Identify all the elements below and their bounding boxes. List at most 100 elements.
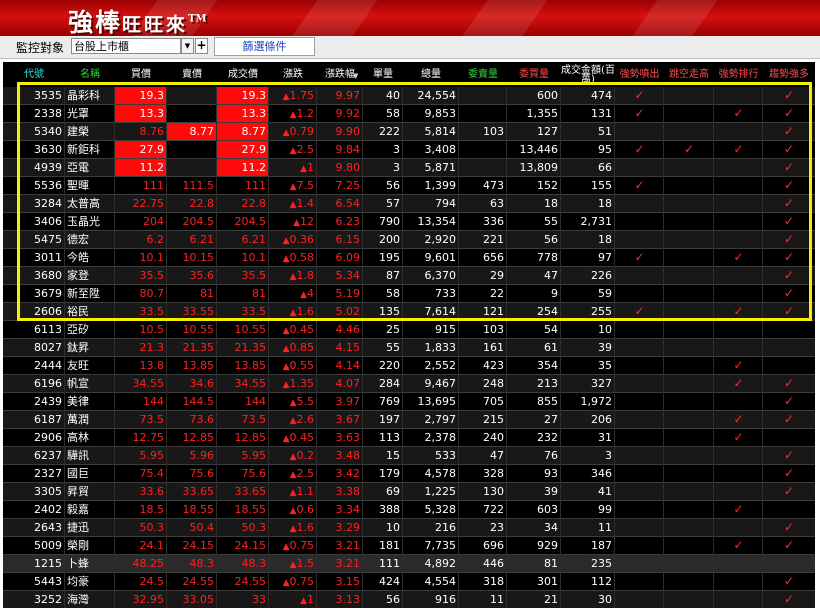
signal-cell [664, 231, 714, 248]
table-row[interactable]: 3406 玉晶光 204 204.5 204.5 ▲12 6.23 790 13,354 336 5… [3, 213, 815, 231]
cell-change: ▲0.85 [269, 339, 317, 356]
column-header-f3[interactable]: 強勢排行 [714, 62, 763, 87]
cell-code: 4939 [34, 161, 62, 174]
change-value: 0.45 [289, 323, 315, 336]
cell-total: 2,552 [424, 359, 457, 372]
cell-bid-qty: 61 [544, 341, 558, 354]
table-row[interactable]: 2402 毅嘉 18.5 18.55 18.55 ▲0.6 3.34 388 5,328 722 6… [3, 501, 815, 519]
up-arrow-icon: ▲ [300, 164, 307, 174]
column-header-bid-qty[interactable]: 委買量 [507, 62, 561, 87]
table-row[interactable]: 5009 榮剛 24.1 24.15 24.15 ▲0.75 3.21 181 7,735 696… [3, 537, 815, 555]
cell-ask-qty: 47 [490, 449, 504, 462]
cell-last: 22.8 [241, 197, 267, 210]
table-row[interactable]: 5443 均豪 24.5 24.55 24.55 ▲0.75 3.15 424 4,554 318… [3, 573, 815, 591]
signal-cell [615, 573, 664, 590]
filter-conditions-button[interactable]: 篩選條件 [214, 37, 315, 56]
cell-name: 今皓 [67, 251, 89, 264]
sort-descending-icon[interactable]: ▼ [353, 72, 358, 80]
table-row[interactable]: 2643 捷迅 50.3 50.4 50.3 ▲1.6 3.29 10 216 23 34 11 ✓ [3, 519, 815, 537]
table-row[interactable]: 6187 萬潤 73.5 73.6 73.5 ▲2.6 3.67 197 2,797 215 27 2… [3, 411, 815, 429]
column-header-change[interactable]: 漲跌 [269, 62, 317, 87]
table-row[interactable]: 6237 驊訊 5.95 5.96 5.95 ▲0.2 3.48 15 533 47 76 3 ✓ [3, 447, 815, 465]
cell-change: ▲1.5 [269, 555, 317, 572]
table-row[interactable]: 2444 友旺 13.8 13.85 13.85 ▲0.55 4.14 220 2,552 423… [3, 357, 815, 375]
up-arrow-icon: ▲ [289, 560, 297, 570]
cell-amount: 327 [591, 377, 612, 390]
table-row[interactable]: 5340 建榮 8.76 8.77 8.77 ▲0.79 9.90 222 5,814 103 12… [3, 123, 815, 141]
table-row[interactable]: 2606 裕民 33.5 33.55 33.5 ▲1.6 5.02 135 7,614 121 25… [3, 303, 815, 321]
column-header-f4[interactable]: 趨勢強多 [763, 62, 815, 87]
cell-ask: 24.55 [182, 575, 215, 588]
column-header-total[interactable]: 總量 [403, 62, 459, 87]
cell-vol: 135 [379, 305, 400, 318]
table-row[interactable]: 1215 卜蜂 48.25 48.3 48.3 ▲1.5 3.21 111 4,892 446 81… [3, 555, 815, 573]
table-row[interactable]: 4939 亞電 11.2 11.2 ▲1 9.80 3 5,871 13,809 66 ✓ [3, 159, 815, 177]
signal-cell: ✓ [714, 429, 763, 446]
cell-total: 9,467 [424, 377, 457, 390]
column-header-bid[interactable]: 買價 [115, 62, 167, 87]
change-value: 2.5 [296, 467, 315, 480]
cell-bid-qty: 152 [537, 179, 558, 192]
cell-change: ▲0.45 [269, 321, 317, 338]
column-header-ask-qty[interactable]: 委賣量 [459, 62, 507, 87]
table-row[interactable]: 3252 海灣 32.95 33.05 33 ▲1 3.13 56 916 11 21 30 ✓ [3, 591, 815, 608]
table-row[interactable]: 5475 德宏 6.2 6.21 6.21 ▲0.36 6.15 200 2,920 221 56 1… [3, 231, 815, 249]
cell-vol: 790 [379, 215, 400, 228]
cell-amount: 10 [598, 323, 612, 336]
check-icon: ✓ [783, 196, 795, 210]
column-divider [663, 87, 664, 608]
cell-ask: 75.6 [189, 467, 215, 480]
table-row[interactable]: 2338 光罩 13.3 13.3 ▲1.2 9.92 58 9,853 1,355 131 ✓ ✓ ✓ [3, 105, 815, 123]
signal-cell [615, 159, 664, 176]
cell-vol: 58 [386, 287, 400, 300]
table-row[interactable]: 3011 今皓 10.1 10.15 10.1 ▲0.58 6.09 195 9,601 656 7… [3, 249, 815, 267]
table-row[interactable]: 6196 帆宣 34.55 34.6 34.55 ▲1.35 4.07 284 9,467 248… [3, 375, 815, 393]
add-button[interactable]: + [195, 38, 208, 54]
table-row[interactable]: 2327 國巨 75.4 75.6 75.6 ▲2.5 3.42 179 4,578 328 93 3… [3, 465, 815, 483]
cell-last: 10.55 [234, 323, 267, 336]
cell-bid: 24.1 [139, 539, 165, 552]
cell-total: 916 [435, 593, 456, 606]
column-divider [166, 87, 167, 608]
up-arrow-icon: ▲ [289, 470, 297, 480]
cell-last: 33.5 [241, 305, 267, 318]
column-header-f2[interactable]: 跳空走高 [664, 62, 714, 87]
table-row[interactable]: 8027 鈦昇 21.3 21.35 21.35 ▲0.85 4.15 55 1,833 161 6… [3, 339, 815, 357]
column-header-name[interactable]: 名稱 [65, 62, 115, 87]
signal-cell: ✓ [615, 303, 664, 320]
column-header-last[interactable]: 成交價 [217, 62, 269, 87]
cell-amount: 235 [591, 557, 612, 570]
signal-cell [615, 357, 664, 374]
table-row[interactable]: 2906 高林 12.75 12.85 12.85 ▲0.45 3.63 113 2,378 24… [3, 429, 815, 447]
column-header-ask[interactable]: 賣價 [167, 62, 217, 87]
column-header-vol[interactable]: 單量 [363, 62, 403, 87]
signal-cell: ✓ [763, 519, 815, 536]
monitor-target-select[interactable]: 台股上市櫃 [71, 38, 181, 54]
cell-vol: 56 [386, 179, 400, 192]
table-row[interactable]: 3630 新鉅科 27.9 27.9 ▲2.5 9.84 3 3,408 13,446 95 ✓ ✓ ✓… [3, 141, 815, 159]
table-row[interactable]: 3284 太普高 22.75 22.8 22.8 ▲1.4 6.54 57 794 63 18 18 ✓ [3, 195, 815, 213]
cell-change: ▲1.1 [269, 483, 317, 500]
table-row[interactable]: 3679 新至陞 80.7 81 81 ▲4 5.19 58 733 22 9 59 ✓ [3, 285, 815, 303]
cell-pct: 4.46 [335, 323, 361, 336]
signal-cell: ✓ [763, 285, 815, 302]
cell-name: 毅嘉 [67, 503, 89, 516]
signal-cell [664, 591, 714, 608]
cell-change: ▲1.75 [269, 87, 317, 104]
table-row[interactable]: 3305 昇貿 33.6 33.65 33.65 ▲1.1 3.38 69 1,225 130 39… [3, 483, 815, 501]
cell-ask-qty: 215 [483, 413, 504, 426]
signal-cell [615, 213, 664, 230]
column-header-f1[interactable]: 強勢噴出 [615, 62, 664, 87]
signal-cell [664, 177, 714, 194]
table-row[interactable]: 3680 家登 35.5 35.6 35.5 ▲1.8 5.34 87 6,370 29 47 226… [3, 267, 815, 285]
logo-title: 強棒 [68, 8, 123, 36]
table-row[interactable]: 6113 亞矽 10.5 10.55 10.55 ▲0.45 4.46 25 915 103 54 1… [3, 321, 815, 339]
table-row[interactable]: 3535 晶彩科 19.3 19.3 ▲1.75 9.97 40 24,554 600 474 ✓ ✓ [3, 87, 815, 105]
column-header-code[interactable]: 代號 [3, 62, 65, 87]
table-row[interactable]: 2439 美律 144 144.5 144 ▲5.5 3.97 769 13,695 705 855… [3, 393, 815, 411]
cell-bid-qty: 76 [544, 449, 558, 462]
column-header-amount[interactable]: 成交金額(百萬) [561, 62, 615, 87]
cell-vol: 179 [379, 467, 400, 480]
chevron-down-icon[interactable]: ▼ [181, 38, 194, 54]
table-row[interactable]: 5536 聖暉 111 111.5 111 ▲7.5 7.25 56 1,399 473 152 15… [3, 177, 815, 195]
